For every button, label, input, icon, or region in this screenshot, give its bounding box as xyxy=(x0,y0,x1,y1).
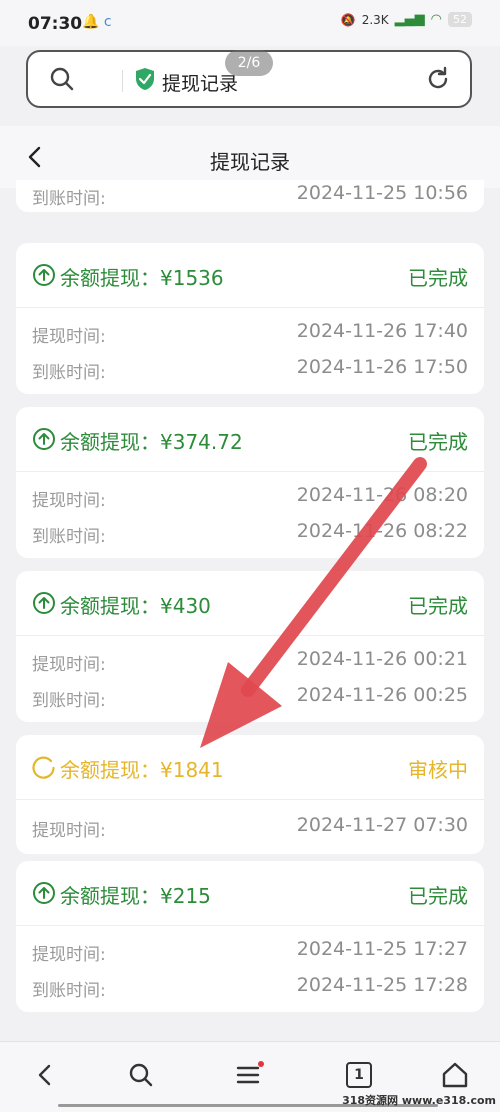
row-label: 到账时间: xyxy=(32,981,106,1001)
image-page-counter: 2/6 xyxy=(225,50,273,76)
withdraw-amount: 余额提现：¥1841 xyxy=(60,758,224,782)
arrow-up-circle-icon xyxy=(33,264,55,286)
refresh-icon[interactable] xyxy=(424,65,452,93)
menu-icon[interactable] xyxy=(234,1060,264,1090)
row-label: 到账时间: xyxy=(32,527,106,547)
status-bar: 07:30 🔔 c 🔕 2.3K ▂▄▆ ◠ 52 xyxy=(0,0,500,46)
withdraw-record-card-pending[interactable]: 余额提现：¥1841 审核中 提现时间: 2024-11-27 07:30 xyxy=(16,735,484,854)
arrow-up-circle-icon xyxy=(33,592,55,614)
row-label: 提现时间: xyxy=(32,327,106,347)
row-label: 提现时间: xyxy=(32,945,106,965)
withdraw-amount: 余额提现：¥215 xyxy=(60,884,211,908)
row-value: 2024-11-26 08:20 xyxy=(296,484,468,506)
row-label: 提现时间: xyxy=(32,821,106,841)
search-nav-icon[interactable] xyxy=(126,1060,156,1090)
battery-level: 52 xyxy=(448,12,472,27)
arrow-up-circle-icon xyxy=(33,428,55,450)
withdraw-record-card[interactable]: 余额提现：¥215 已完成 提现时间: 2024-11-25 17:27 到账时间… xyxy=(16,861,484,1012)
row-value: 2024-11-26 00:25 xyxy=(296,684,468,706)
withdraw-amount: 余额提现：¥430 xyxy=(60,594,211,618)
loading-spinner-icon xyxy=(32,756,55,779)
tab-count-button[interactable]: 1 xyxy=(346,1062,372,1088)
back-nav-icon[interactable] xyxy=(30,1060,60,1090)
watermark: 318资源网 www.e318.com xyxy=(342,1094,496,1107)
withdraw-amount: 余额提现：¥374.72 xyxy=(60,430,243,454)
shield-check-icon xyxy=(136,68,154,90)
arrow-up-circle-icon xyxy=(33,882,55,904)
row-label: 到账时间: xyxy=(32,189,106,209)
home-icon[interactable] xyxy=(440,1060,470,1090)
withdraw-record-card[interactable]: 余额提现：¥374.72 已完成 提现时间: 2024-11-26 08:20 到… xyxy=(16,407,484,558)
withdraw-record-card[interactable]: 余额提现：¥430 已完成 提现时间: 2024-11-26 00:21 到账时间… xyxy=(16,571,484,722)
page-title: 提现记录 xyxy=(210,150,290,174)
row-value: 2024-11-26 08:22 xyxy=(296,520,468,542)
row-label: 提现时间: xyxy=(32,655,106,675)
withdraw-amount: 余额提现：¥1536 xyxy=(60,266,224,290)
status-badge: 已完成 xyxy=(408,430,468,454)
row-value: 2024-11-26 17:40 xyxy=(296,320,468,342)
row-label: 到账时间: xyxy=(32,363,106,383)
row-value: 2024-11-25 10:56 xyxy=(296,182,468,204)
withdraw-record-card[interactable]: 余额提现：¥1536 已完成 提现时间: 2024-11-26 17:40 到账时… xyxy=(16,243,484,394)
row-label: 提现时间: xyxy=(32,491,106,511)
search-divider xyxy=(122,70,123,92)
search-query[interactable]: 提现记录 xyxy=(162,69,238,96)
status-badge: 已完成 xyxy=(408,594,468,618)
row-value: 2024-11-25 17:28 xyxy=(296,974,468,996)
row-value: 2024-11-25 17:27 xyxy=(296,938,468,960)
status-badge: 已完成 xyxy=(408,266,468,290)
search-icon[interactable] xyxy=(48,65,76,93)
status-badge: 已完成 xyxy=(408,884,468,908)
wifi-icon: ◠ xyxy=(430,12,442,27)
partial-record-row: 到账时间: 2024-11-25 10:56 xyxy=(16,180,484,212)
page-header: 提现记录 xyxy=(0,126,500,188)
row-label: 到账时间: xyxy=(32,691,106,711)
row-value: 2024-11-26 17:50 xyxy=(296,356,468,378)
net-speed: 2.3K xyxy=(361,12,389,27)
status-right-group: 🔕 2.3K ▂▄▆ ◠ 52 xyxy=(341,12,472,27)
notification-icons: 🔔 c xyxy=(82,14,112,30)
row-value: 2024-11-26 00:21 xyxy=(296,648,468,670)
signal-icon: ▂▄▆ xyxy=(394,12,425,27)
status-time: 07:30 xyxy=(28,14,83,34)
status-badge: 审核中 xyxy=(408,758,468,782)
mute-icon: 🔕 xyxy=(340,12,356,27)
row-value: 2024-11-27 07:30 xyxy=(296,814,468,836)
